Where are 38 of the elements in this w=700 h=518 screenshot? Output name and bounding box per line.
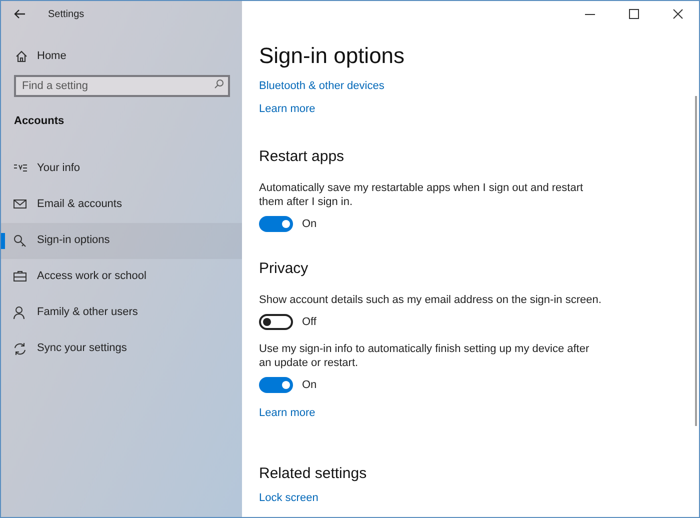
- setting-description: Use my sign-in info to automatically finish setting up my device after an update or restart.: [259, 342, 590, 370]
- setting-description: Automatically save my restartable apps when I sign out and restart them after I sign in.: [259, 181, 584, 209]
- nav-icon: [13, 270, 27, 284]
- home-icon: [15, 50, 28, 62]
- home-link[interactable]: Home: [37, 48, 66, 64]
- link[interactable]: Lock screen: [259, 490, 318, 506]
- toggle-switch[interactable]: [259, 216, 293, 232]
- toggle-switch[interactable]: [259, 377, 293, 394]
- section-heading: Related settings: [259, 464, 367, 484]
- section-heading: Privacy: [259, 258, 308, 278]
- section-heading: Accounts: [14, 114, 66, 129]
- nav-icon: [13, 306, 27, 320]
- page-title: Sign-in options: [259, 43, 406, 69]
- maximize-icon[interactable]: [629, 9, 639, 19]
- nav-item[interactable]: Your info: [1, 150, 242, 186]
- toggle-state-label: Off: [302, 314, 316, 330]
- nav-item[interactable]: Email & accounts: [1, 186, 242, 222]
- toggle-switch[interactable]: [259, 314, 293, 330]
- search-icon[interactable]: [214, 79, 224, 89]
- link[interactable]: Bluetooth & other devices: [259, 78, 384, 94]
- setting-description: Show account details such as my email address on the sign-in screen.: [259, 292, 602, 306]
- nav-item[interactable]: Access work or school: [1, 258, 242, 294]
- nav-item[interactable]: Sync your settings: [1, 330, 242, 366]
- nav-item[interactable]: Sign-in options: [1, 222, 242, 258]
- link[interactable]: Learn more: [259, 101, 316, 117]
- nav-icon: [13, 198, 27, 212]
- back-arrow-icon[interactable]: [14, 9, 26, 19]
- link[interactable]: Learn more: [259, 404, 316, 420]
- close-icon[interactable]: [673, 9, 683, 19]
- nav-icon: [13, 234, 27, 248]
- nav-icon: [13, 342, 27, 356]
- toggle-state-label: On: [302, 217, 317, 232]
- scrollbar[interactable]: [695, 96, 697, 426]
- nav-item[interactable]: Family & other users: [1, 294, 242, 330]
- section-heading: Restart apps: [259, 147, 344, 167]
- window-title: Settings: [48, 8, 84, 22]
- toggle-state-label: On: [302, 378, 317, 393]
- search-field[interactable]: Find a setting: [14, 75, 230, 97]
